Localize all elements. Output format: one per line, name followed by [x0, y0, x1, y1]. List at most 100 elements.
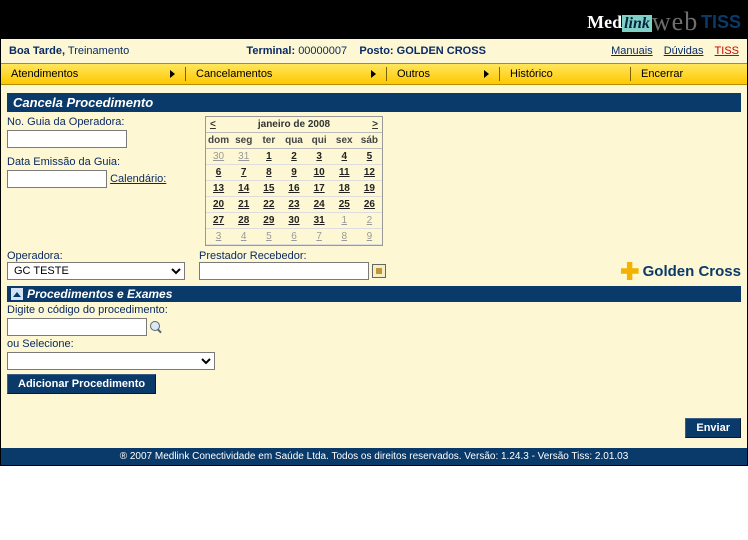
footer-text: ® 2007 Medlink Conectividade em Saúde Lt… [1, 448, 747, 465]
calendar-day[interactable]: 12 [357, 165, 382, 181]
calendar-day[interactable]: 3 [206, 229, 231, 245]
calendar-dow: qua [281, 133, 306, 149]
calendar-day[interactable]: 25 [332, 197, 357, 213]
calendar-day[interactable]: 19 [357, 181, 382, 197]
calendar-day[interactable]: 30 [281, 213, 306, 229]
procedimento-select[interactable] [7, 352, 215, 370]
calendar-day[interactable]: 4 [332, 149, 357, 165]
calendar-day[interactable]: 22 [256, 197, 281, 213]
menu-encerrar-label: Encerrar [641, 68, 683, 80]
logo-web: web [652, 7, 698, 36]
calendar-dow: qui [307, 133, 332, 149]
app-logo: Medlinkweb TISS [587, 7, 741, 37]
operadora-label: Operadora: [7, 250, 187, 262]
calendar-day[interactable]: 7 [307, 229, 332, 245]
info-bar: Boa Tarde, Treinamento Terminal: 0000000… [1, 39, 747, 63]
calendar-day[interactable]: 1 [256, 149, 281, 165]
calendar-widget: < janeiro de 2008 > domsegterquaquisexsá… [205, 116, 383, 246]
menu-cancelamentos-label: Cancelamentos [196, 68, 272, 80]
menu-encerrar[interactable]: Encerrar [631, 64, 747, 84]
insurer-brand: Golden Cross [621, 262, 741, 280]
logo-tiss: TISS [701, 12, 741, 32]
calendar-day[interactable]: 27 [206, 213, 231, 229]
calendar-day[interactable]: 6 [281, 229, 306, 245]
calendar-day[interactable]: 18 [332, 181, 357, 197]
calendar-day[interactable]: 21 [231, 197, 256, 213]
calendar-day[interactable]: 23 [281, 197, 306, 213]
calendar-day[interactable]: 14 [231, 181, 256, 197]
menu-outros[interactable]: Outros [387, 64, 499, 84]
menu-atendimentos[interactable]: Atendimentos [1, 64, 185, 84]
calendar-day[interactable]: 28 [231, 213, 256, 229]
posto-label: Posto: [359, 45, 393, 57]
logo-link: link [622, 15, 652, 32]
calendar-dow: dom [206, 133, 231, 149]
plus-icon [621, 262, 639, 280]
calendar-next[interactable]: > [372, 119, 378, 130]
calendar-day[interactable]: 31 [231, 149, 256, 165]
calendar-day[interactable]: 10 [307, 165, 332, 181]
terminal-value: 00000007 [298, 45, 347, 57]
posto-value: GOLDEN CROSS [397, 45, 486, 57]
calendar-day[interactable]: 4 [231, 229, 256, 245]
calendar-title: janeiro de 2008 [258, 119, 330, 130]
calendar-day[interactable]: 13 [206, 181, 231, 197]
calendar-day[interactable]: 2 [357, 213, 382, 229]
guia-input[interactable] [7, 130, 127, 148]
ou-selecione-label: ou Selecione: [7, 338, 741, 350]
calendar-day[interactable]: 8 [256, 165, 281, 181]
calendar-day[interactable]: 1 [332, 213, 357, 229]
calendar-day[interactable]: 9 [357, 229, 382, 245]
link-duvidas[interactable]: Dúvidas [664, 45, 704, 57]
operadora-select[interactable]: GC TESTE [7, 262, 185, 280]
calendar-day[interactable]: 15 [256, 181, 281, 197]
header-links: Manuais Dúvidas TISS [603, 45, 739, 57]
greeting-label: Boa Tarde, [9, 45, 65, 57]
enviar-button[interactable]: Enviar [685, 418, 741, 438]
chevron-right-icon [371, 70, 376, 78]
calendar-day[interactable]: 7 [231, 165, 256, 181]
calendar-day[interactable]: 17 [307, 181, 332, 197]
calendar-dow: ter [256, 133, 281, 149]
calendario-link[interactable]: Calendário: [110, 173, 166, 185]
menu-historico[interactable]: Histórico [500, 64, 630, 84]
link-manuais[interactable]: Manuais [611, 45, 653, 57]
calendar-day[interactable]: 2 [281, 149, 306, 165]
calendar-day[interactable]: 29 [256, 213, 281, 229]
prestador-input[interactable] [199, 262, 369, 280]
calendar-day[interactable]: 20 [206, 197, 231, 213]
adicionar-procedimento-button[interactable]: Adicionar Procedimento [7, 374, 156, 394]
calendar-day[interactable]: 5 [256, 229, 281, 245]
calendar-day[interactable]: 8 [332, 229, 357, 245]
calendar-day[interactable]: 3 [307, 149, 332, 165]
lookup-icon[interactable] [372, 264, 386, 278]
calendar-dow: sex [332, 133, 357, 149]
menu-atendimentos-label: Atendimentos [11, 68, 78, 80]
calendar-day[interactable]: 24 [307, 197, 332, 213]
chevron-right-icon [484, 70, 489, 78]
calendar-day[interactable]: 11 [332, 165, 357, 181]
prestador-label: Prestador Recebedor: [199, 250, 609, 262]
calendar-day[interactable]: 5 [357, 149, 382, 165]
calendar-day[interactable]: 9 [281, 165, 306, 181]
guia-label: No. Guia da Operadora: [7, 116, 197, 128]
data-emissao-input[interactable] [7, 170, 107, 188]
calendar-day[interactable]: 6 [206, 165, 231, 181]
greeting-user: Treinamento [68, 45, 129, 57]
calendar-day[interactable]: 30 [206, 149, 231, 165]
calendar-day[interactable]: 31 [307, 213, 332, 229]
codigo-input[interactable] [7, 318, 147, 336]
calendar-day[interactable]: 26 [357, 197, 382, 213]
header-bar: Medlinkweb TISS [1, 1, 747, 39]
main-menu: Atendimentos Cancelamentos Outros Histór… [1, 63, 747, 85]
calendar-prev[interactable]: < [210, 119, 216, 130]
chevron-right-icon [170, 70, 175, 78]
link-tiss[interactable]: TISS [715, 45, 739, 57]
collapse-icon[interactable] [11, 288, 23, 300]
calendar-day[interactable]: 16 [281, 181, 306, 197]
calendar-dow: sáb [357, 133, 382, 149]
codigo-label: Digite o código do procedimento: [7, 304, 741, 316]
proc-section-label: Procedimentos e Exames [27, 287, 172, 301]
search-icon[interactable] [150, 321, 162, 333]
menu-cancelamentos[interactable]: Cancelamentos [186, 64, 386, 84]
